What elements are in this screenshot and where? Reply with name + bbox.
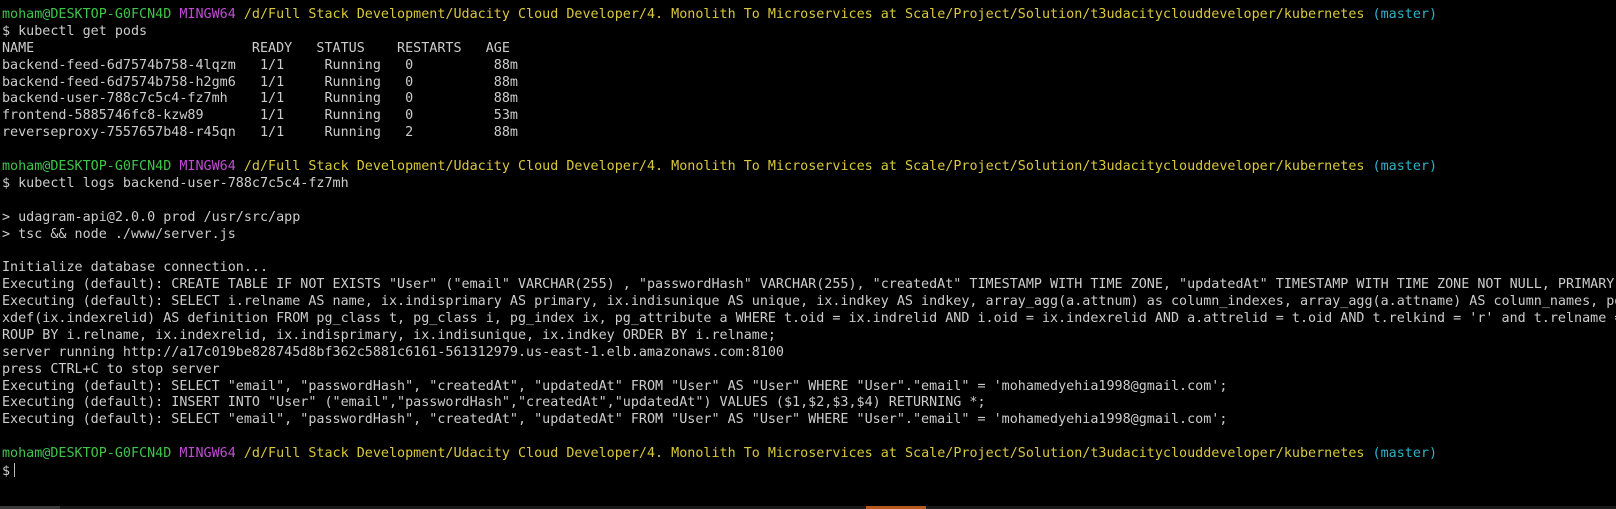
pods-table-row: reverseproxy-7557657b48-r45qn 1/1 Runnin… bbox=[2, 125, 518, 141]
prompt-branch: (master) bbox=[1372, 7, 1438, 22]
npm-output-line: > udagram-api@2.0.0 prod /usr/src/app bbox=[2, 209, 301, 225]
log-line: Executing (default): INSERT INTO "User" … bbox=[2, 395, 986, 411]
log-line: server running http://a17c019be828745d8b… bbox=[2, 344, 784, 360]
command-line: $ kubectl logs backend-user-788c7c5c4-fz… bbox=[2, 176, 1616, 193]
active-input-line[interactable]: $ bbox=[2, 463, 1616, 480]
command-text: kubectl logs backend-user-788c7c5c4-fz7m… bbox=[18, 175, 349, 191]
prompt-symbol: $ bbox=[2, 23, 11, 39]
log-line: Executing (default): CREATE TABLE IF NOT… bbox=[2, 277, 1616, 293]
prompt-shell: MINGW64 bbox=[179, 159, 236, 175]
log-line: xdef(ix.indexrelid) AS definition FROM p… bbox=[2, 311, 1616, 327]
log-line: Executing (default): SELECT "email", "pa… bbox=[2, 412, 1228, 428]
prompt-line: moham@DESKTOP-G0FCN4D MINGW64 /d/Full St… bbox=[2, 159, 1616, 176]
prompt-user: moham@DESKTOP-G0FCN4D bbox=[2, 159, 172, 175]
log-line: Executing (default): SELECT "email", "pa… bbox=[2, 378, 1228, 394]
command-line: $ kubectl get pods bbox=[2, 24, 1616, 41]
pods-header-row: NAME READY STATUS RESTARTS AGE bbox=[2, 40, 510, 56]
log-line: ROUP BY i.relname, ix.indexrelid, ix.ind… bbox=[2, 327, 776, 343]
command-text: kubectl get pods bbox=[18, 23, 148, 39]
prompt-symbol: $ bbox=[2, 464, 11, 480]
pods-table-row: frontend-5885746fc8-kzw89 1/1 Running 0 … bbox=[2, 108, 518, 124]
prompt-branch: (master) bbox=[1372, 446, 1438, 462]
npm-output-line: > tsc && node ./www/server.js bbox=[2, 226, 236, 242]
log-line: Executing (default): SELECT i.relname AS… bbox=[2, 294, 1616, 310]
prompt-path: /d/Full Stack Development/Udacity Cloud … bbox=[243, 446, 1365, 462]
prompt-path: /d/Full Stack Development/Udacity Cloud … bbox=[243, 159, 1365, 175]
pods-table-row: backend-feed-6d7574b758-4lqzm 1/1 Runnin… bbox=[2, 57, 518, 73]
log-line: press CTRL+C to stop server bbox=[2, 361, 220, 377]
log-line: Initialize database connection... bbox=[2, 260, 269, 276]
prompt-symbol: $ bbox=[2, 175, 11, 191]
prompt-branch: (master) bbox=[1372, 159, 1438, 175]
prompt-shell: MINGW64 bbox=[179, 446, 236, 462]
prompt-shell: MINGW64 bbox=[179, 7, 236, 22]
prompt-path: /d/Full Stack Development/Udacity Cloud … bbox=[243, 7, 1365, 22]
prompt-line: moham@DESKTOP-G0FCN4D MINGW64 /d/Full St… bbox=[2, 7, 1616, 24]
prompt-user: moham@DESKTOP-G0FCN4D bbox=[2, 7, 172, 22]
pods-table-row: backend-user-788c7c5c4-fz7mh 1/1 Running… bbox=[2, 91, 518, 107]
text-cursor[interactable] bbox=[14, 463, 16, 478]
prompt-user: moham@DESKTOP-G0FCN4D bbox=[2, 446, 172, 462]
terminal-window[interactable]: moham@DESKTOP-G0FCN4D MINGW64 /d/Full St… bbox=[0, 0, 1616, 509]
pods-table-row: backend-feed-6d7574b758-h2gm6 1/1 Runnin… bbox=[2, 74, 518, 90]
prompt-line: moham@DESKTOP-G0FCN4D MINGW64 /d/Full St… bbox=[2, 446, 1616, 463]
